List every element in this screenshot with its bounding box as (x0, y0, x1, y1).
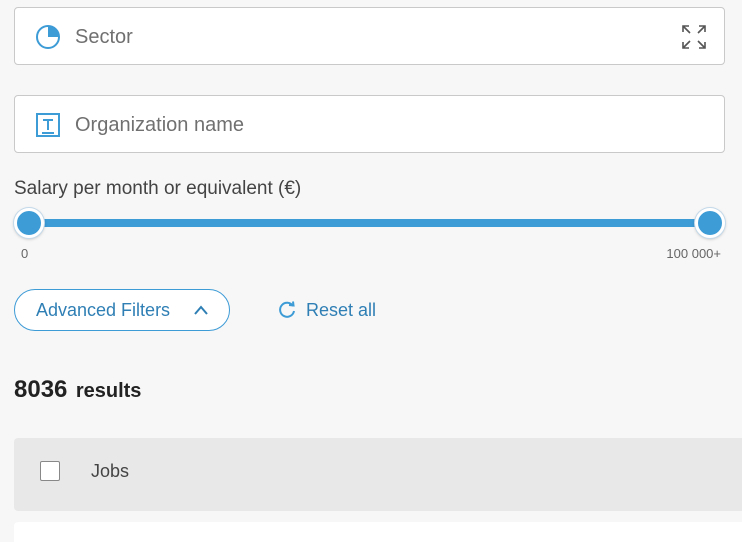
chevron-up-icon (194, 305, 208, 315)
results-count: 8036 (14, 376, 68, 403)
results-summary: 8036 results (14, 376, 141, 404)
next-list-item (14, 522, 742, 542)
expand-icon[interactable] (680, 23, 708, 51)
category-row-jobs[interactable]: Jobs (14, 438, 742, 511)
salary-slider-track[interactable] (30, 219, 711, 227)
sector-field[interactable]: Sector (14, 7, 725, 65)
results-label: results (75, 380, 142, 402)
reset-all-button[interactable]: Reset all (277, 298, 376, 322)
advanced-filters-button[interactable]: Advanced Filters (14, 289, 230, 331)
refresh-icon (279, 301, 295, 318)
salary-min-handle[interactable] (14, 208, 44, 238)
jobs-checkbox[interactable] (40, 461, 60, 481)
salary-max-handle[interactable] (695, 208, 725, 238)
organization-placeholder: Organization name (75, 114, 244, 136)
reset-all-label: Reset all (306, 299, 377, 320)
organization-field[interactable]: Organization name (14, 95, 725, 153)
sector-placeholder: Sector (75, 26, 133, 48)
advanced-filters-label: Advanced Filters (36, 299, 171, 320)
salary-max-label: 100 000+ (666, 246, 721, 261)
pie-chart-icon (36, 25, 60, 49)
jobs-label: Jobs (91, 461, 130, 481)
text-field-icon (36, 113, 60, 137)
salary-label: Salary per month or equivalent (€) (14, 178, 302, 199)
salary-min-label: 0 (21, 246, 29, 261)
